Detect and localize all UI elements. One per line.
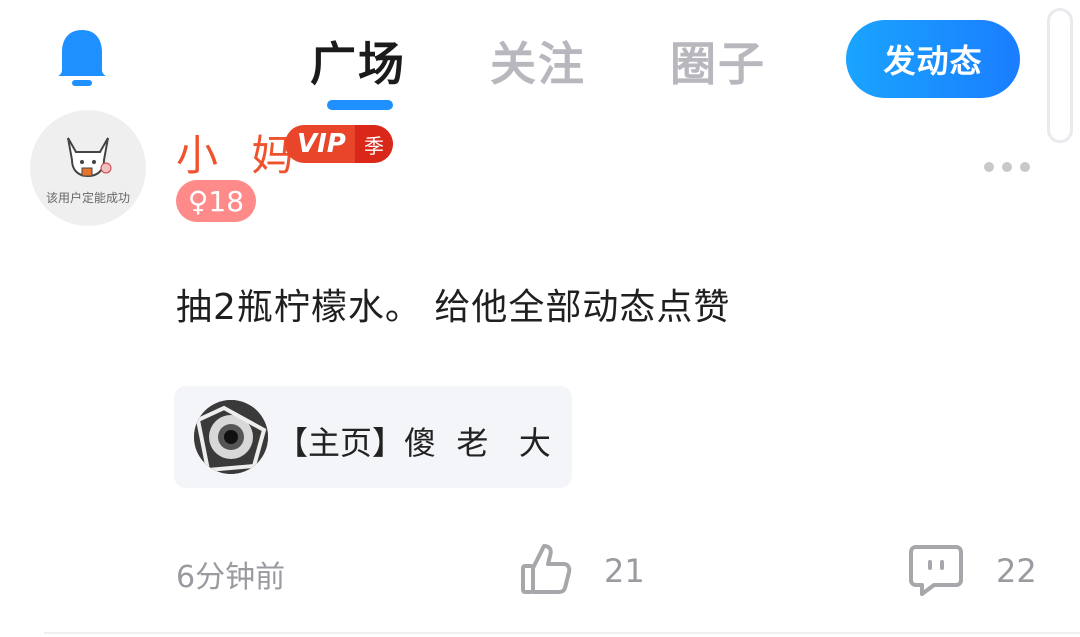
bell-icon[interactable] (54, 26, 110, 88)
tab-bar: 广场 关注 圈子 (310, 28, 850, 94)
like-count: 21 (604, 552, 645, 590)
divider (44, 632, 1080, 634)
post-button[interactable]: 发动态 (846, 20, 1020, 98)
username[interactable]: 小 妈 (176, 122, 303, 183)
profile-link-card[interactable]: 【主页】傻 老 大 (174, 386, 572, 488)
scrollbar[interactable] (1047, 8, 1073, 143)
vip-season-label: 季 (355, 125, 393, 163)
linked-profile-avatar (194, 400, 268, 474)
vip-badge[interactable]: VIP 季 (285, 125, 393, 163)
linked-profile-label: 【主页】傻 老 大 (276, 424, 551, 462)
more-options-icon[interactable] (984, 162, 1030, 172)
tab-circles[interactable]: 圈子 (670, 28, 850, 94)
avatar[interactable]: 该用户定能成功 (30, 110, 146, 226)
post-content: 抽2瓶柠檬水。 给他全部动态点赞 (176, 287, 731, 328)
cat-icon (67, 137, 112, 178)
active-tab-indicator (327, 100, 393, 110)
vip-label: VIP (297, 129, 346, 159)
like-icon[interactable] (520, 542, 572, 600)
post-time: 6分钟前 (176, 560, 286, 595)
gender-age-badge: ♀18 (176, 180, 256, 222)
tab-square[interactable]: 广场 (310, 28, 490, 94)
tab-following[interactable]: 关注 (490, 28, 670, 94)
avatar-caption: 该用户定能成功 (45, 191, 130, 205)
comment-icon[interactable] (908, 544, 964, 600)
comment-count: 22 (996, 552, 1037, 590)
